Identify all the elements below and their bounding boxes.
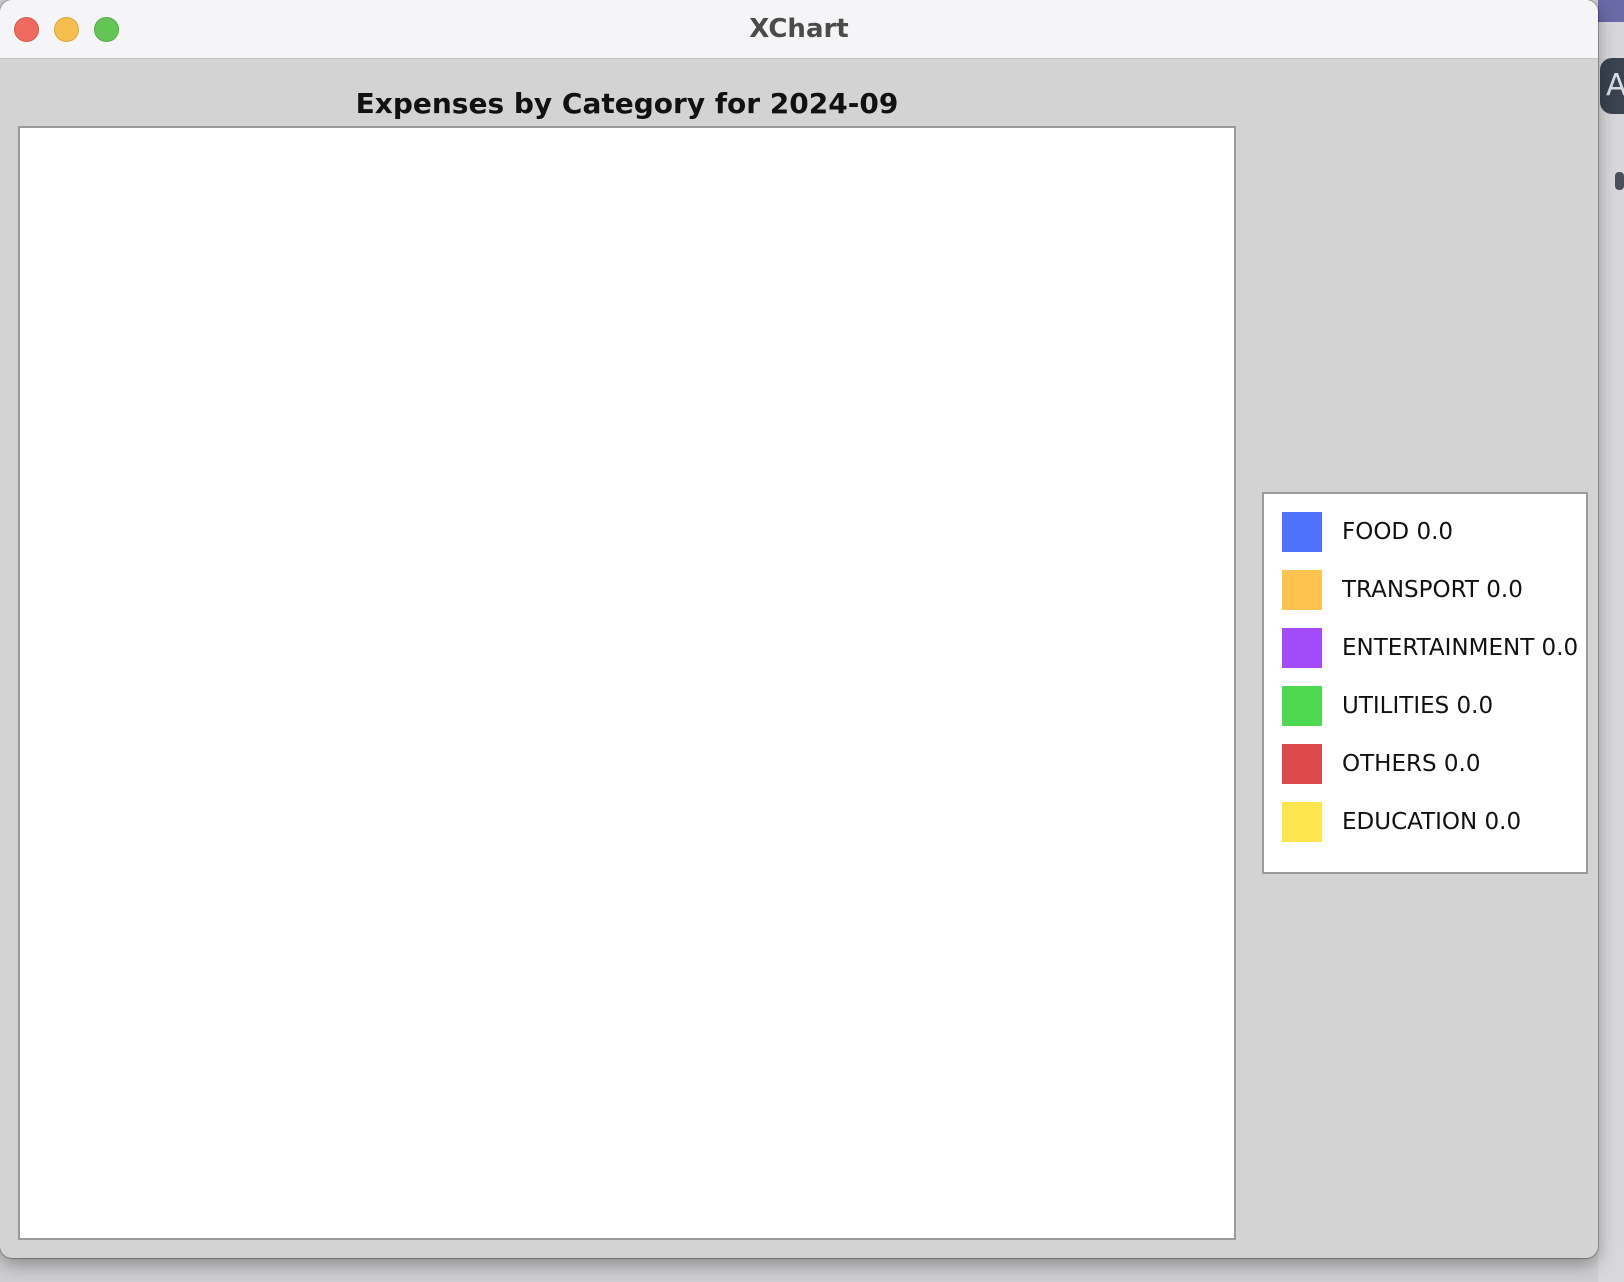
legend-swatch [1282, 802, 1322, 842]
legend-label: OTHERS 0.0 [1342, 751, 1481, 777]
title-bar[interactable]: XChart [0, 0, 1598, 59]
legend-item: EDUCATION 0.0 [1282, 802, 1582, 842]
legend-swatch [1282, 686, 1322, 726]
desktop-window-edge [1598, 0, 1624, 22]
legend-label: TRANSPORT 0.0 [1342, 577, 1523, 603]
legend-swatch [1282, 744, 1322, 784]
legend-swatch [1282, 570, 1322, 610]
legend-swatch [1282, 512, 1322, 552]
desktop-background: A [1598, 0, 1624, 1282]
plot-area [18, 126, 1236, 1240]
legend-item: TRANSPORT 0.0 [1282, 570, 1582, 610]
legend-item: UTILITIES 0.0 [1282, 686, 1582, 726]
legend-label: UTILITIES 0.0 [1342, 693, 1494, 719]
legend-item: OTHERS 0.0 [1282, 744, 1582, 784]
desktop-icon-fragment [1615, 172, 1624, 190]
window-title: XChart [749, 14, 849, 44]
pie-chart [20, 128, 1234, 1238]
legend-label: ENTERTAINMENT 0.0 [1342, 635, 1579, 661]
legend-swatch [1282, 628, 1322, 668]
desktop-app-badge[interactable]: A [1600, 58, 1624, 114]
legend-item: FOOD 0.0 [1282, 512, 1582, 552]
xchart-window: XChart Expenses by Category for 2024-09 … [0, 0, 1598, 1258]
legend-label: EDUCATION 0.0 [1342, 809, 1522, 835]
legend-item: ENTERTAINMENT 0.0 [1282, 628, 1582, 668]
legend-label: FOOD 0.0 [1342, 519, 1454, 545]
chart-title: Expenses by Category for 2024-09 [355, 87, 899, 120]
chart-legend: FOOD 0.0 TRANSPORT 0.0 ENTERTAINMENT 0.0 UT… [1262, 492, 1588, 874]
